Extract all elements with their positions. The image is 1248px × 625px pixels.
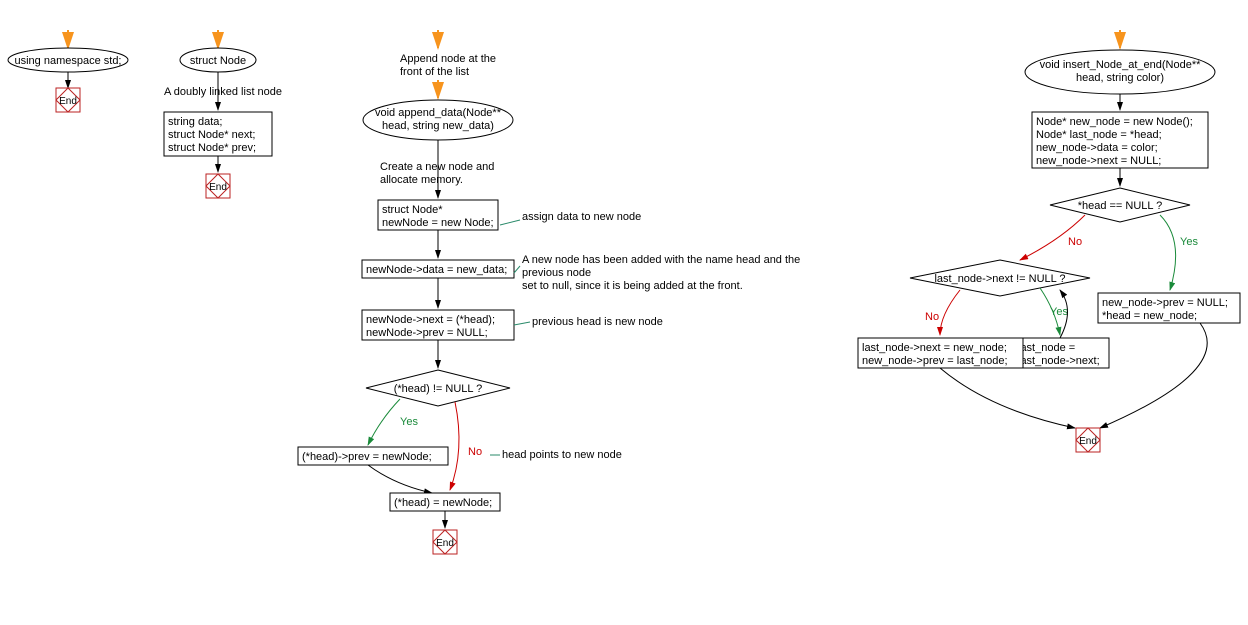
fc4-no1: No (1068, 236, 1082, 248)
fc4-b2a: new_node->prev = NULL; (1102, 297, 1228, 309)
fc4-b4b: new_node->prev = last_node; (862, 355, 1008, 367)
svg-text:A new node has been added with: A new node has been added with the name … (522, 254, 800, 266)
fc3-box4: (*head)->prev = newNode; (302, 451, 432, 463)
svg-text:void insert_Node_at_end(Node**: void insert_Node_at_end(Node** (1040, 59, 1202, 71)
fc4-cond1: *head == NULL ? (1078, 200, 1163, 212)
fc4-b1d: new_node->next = NULL; (1036, 155, 1161, 167)
fc4-b1b: Node* last_node = *head; (1036, 129, 1162, 141)
fc4-b1a: Node* new_node = new Node(); (1036, 116, 1193, 128)
fc4-b4a: last_node->next = new_node; (862, 342, 1007, 354)
fc2-comment1: A doubly linked list node (164, 86, 282, 98)
fc3-c5: previous head is new node (532, 316, 663, 328)
fc4-yes2: Yes (1050, 306, 1068, 318)
fc2-node1: struct Node (190, 55, 246, 67)
fc4-b3b: last_node->next; (1018, 355, 1100, 367)
flowchart-1: using namespace std; End (8, 30, 128, 112)
svg-text:void append_data(Node**: void append_data(Node** (375, 107, 502, 119)
flowchart-3: Append node at the front of the list voi… (298, 30, 800, 554)
fc2-end: End (209, 182, 227, 193)
fc3-c1a: Append node at the (400, 53, 496, 65)
fc3-box2: newNode->data = new_data; (366, 264, 507, 276)
fc3-box1b: newNode = new Node; (382, 217, 494, 229)
svg-text:previous node: previous node (522, 267, 591, 279)
fc1-end: End (59, 96, 77, 107)
svg-text:head, string new_data): head, string new_data) (382, 120, 494, 132)
svg-text:Create a new node and: Create a new node and (380, 161, 494, 173)
fc4-cond2: last_node->next != NULL ? (934, 273, 1065, 285)
fc3-box5: (*head) = newNode; (394, 497, 492, 509)
fc4-no2: No (925, 311, 939, 323)
fc4-yes1: Yes (1180, 236, 1198, 248)
fc2-body3: struct Node* prev; (168, 142, 256, 154)
svg-text:allocate memory.: allocate memory. (380, 174, 463, 186)
fc3-box3b: newNode->prev = NULL; (366, 327, 488, 339)
flowchart-4: void insert_Node_at_end(Node** head, str… (858, 30, 1240, 452)
fc3-box3a: newNode->next = (*head); (366, 314, 495, 326)
fc3-yes: Yes (400, 416, 418, 428)
fc3-no: No (468, 446, 482, 458)
fc4-b3a: last_node = (1018, 342, 1075, 354)
flowchart-2: struct Node A doubly linked list node st… (164, 30, 282, 198)
fc3-c3: assign data to new node (522, 211, 641, 223)
fc4-b1c: new_node->data = color; (1036, 142, 1158, 154)
svg-text:head, string color): head, string color) (1076, 72, 1164, 84)
fc3-c6: head points to new node (502, 449, 622, 461)
fc3-cond1: (*head) != NULL ? (394, 383, 483, 395)
fc4-b2b: *head = new_node; (1102, 310, 1197, 322)
fc3-end: End (436, 538, 454, 549)
fc3-box1a: struct Node* (382, 204, 443, 216)
fc3-c1b: front of the list (400, 66, 469, 78)
svg-text:set to null, since it is being: set to null, since it is being added at … (522, 280, 743, 292)
fc4-end: End (1079, 436, 1097, 447)
fc1-node1: using namespace std; (14, 55, 121, 67)
fc2-body1: string data; (168, 116, 222, 128)
fc2-body2: struct Node* next; (168, 129, 255, 141)
